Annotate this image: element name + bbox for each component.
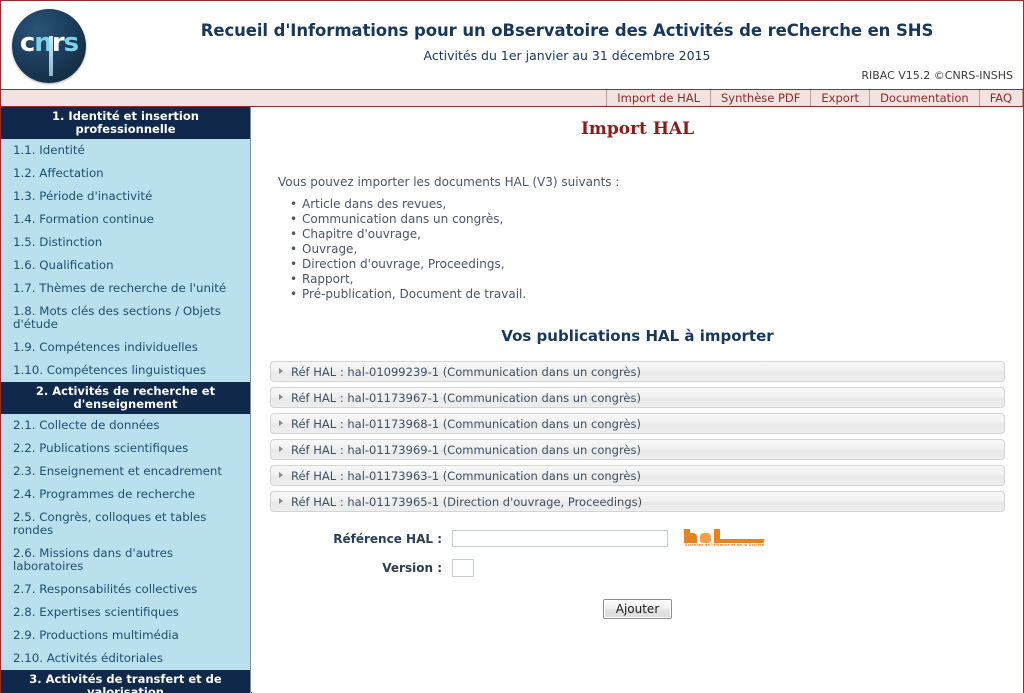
reference-hal-input[interactable] [452,530,668,547]
sidebar-item-2-7[interactable]: 2.7. Responsabilités collectives [1,578,250,601]
add-button[interactable]: Ajouter [602,599,673,619]
sidebar-item-1-8[interactable]: 1.8. Mots clés des sections / Objets d'é… [1,300,250,336]
sidebar-item-2-9[interactable]: 2.9. Productions multimédia [1,624,250,647]
list-item: Chapitre d'ouvrage, [290,227,1023,242]
page-title: Recueil d'Informations pour un oBservato… [200,21,934,40]
cnrs-logo: cnrs [12,9,90,87]
intro-text: Vous pouvez importer les documents HAL (… [278,175,620,189]
nav-item-faq[interactable]: FAQ [978,90,1023,106]
version-label: RIBAC V15.2 ©CNRS-INSHS [861,69,1013,82]
table-row[interactable]: Réf HAL : hal-01173968-1 (Communication … [270,413,1005,434]
sidebar-item-2-3[interactable]: 2.3. Enseignement et encadrement [1,460,250,483]
table-row[interactable]: Réf HAL : hal-01173967-1 (Communication … [270,387,1005,408]
sidebar-item-2-4[interactable]: 2.4. Programmes de recherche [1,483,250,506]
version-label: Version : [382,561,442,575]
nav-item-import-hal[interactable]: Import de HAL [606,90,710,106]
publications-list: Réf HAL : hal-01099239-1 (Communication … [270,361,1005,512]
cnrs-logo-circle: cnrs [12,9,86,83]
sidebar-item-1-4[interactable]: 1.4. Formation continue [1,208,250,231]
chevron-right-icon [279,446,283,452]
publication-label: Réf HAL : hal-01173967-1 (Communication … [291,391,641,405]
import-form: Référence HAL : Sciences de l'Homme et d… [252,528,1023,648]
publication-label: Réf HAL : hal-01173965-1 (Direction d'ou… [291,495,643,509]
nav-item-synthese-pdf[interactable]: Synthèse PDF [710,90,810,106]
hal-logo-a [700,533,711,543]
document-types-list: Article dans des revues, Communication d… [290,197,1023,302]
sidebar-section-1-heading[interactable]: 1. Identité et insertion professionnelle [1,107,250,139]
publications-section-title: Vos publications HAL à importer [501,327,774,345]
hal-logo-tagline: Sciences de l'Homme et de la Société [685,543,765,547]
publication-label: Réf HAL : hal-01173963-1 (Communication … [291,469,641,483]
nav-item-documentation[interactable]: Documentation [869,90,979,106]
body-area: 1. Identité et insertion professionnelle… [1,107,1023,693]
cnrs-logo-bar [49,36,53,76]
sidebar-item-2-5[interactable]: 2.5. Congrès, colloques et tables rondes [1,506,250,542]
list-item: Ouvrage, [290,242,1023,257]
list-item: Direction d'ouvrage, Proceedings, [290,257,1023,272]
sidebar-section-3-heading[interactable]: 3. Activités de transfert et de valorisa… [1,670,250,693]
table-row[interactable]: Réf HAL : hal-01173969-1 (Communication … [270,439,1005,460]
sidebar-item-1-3[interactable]: 1.3. Période d'inactivité [1,185,250,208]
sidebar-item-1-1[interactable]: 1.1. Identité [1,139,250,162]
top-nav-menu: Import de HAL Synthèse PDF Export Docume… [606,90,1023,106]
application-window: cnrs Recueil d'Informations pour un oBse… [0,0,1024,693]
chevron-right-icon [279,394,283,400]
sidebar-item-1-9[interactable]: 1.9. Compétences individuelles [1,336,250,359]
chevron-right-icon [279,420,283,426]
list-item: Article dans des revues, [290,197,1023,212]
sidebar-item-2-2[interactable]: 2.2. Publications scientifiques [1,437,250,460]
nav-item-export[interactable]: Export [810,90,869,106]
content-title: Import HAL [580,119,695,139]
list-item: Communication dans un congrès, [290,212,1023,227]
chevron-right-icon [279,498,283,504]
form-row-reference: Référence HAL : Sciences de l'Homme et d… [252,528,1023,549]
form-actions: Ajouter [252,599,1023,619]
page-subtitle: Activités du 1er janvier au 31 décembre … [423,48,711,63]
sidebar-item-2-1[interactable]: 2.1. Collecte de données [1,414,250,437]
header-title-block: Recueil d'Informations pour un oBservato… [121,21,1013,63]
top-nav-strip: Import de HAL Synthèse PDF Export Docume… [1,89,1023,107]
sidebar-section-2-heading[interactable]: 2. Activités de recherche et d'enseignem… [1,382,250,414]
sidebar-item-2-8[interactable]: 2.8. Expertises scientifiques [1,601,250,624]
table-row[interactable]: Réf HAL : hal-01173963-1 (Communication … [270,465,1005,486]
version-input[interactable] [452,559,474,577]
sidebar-item-1-7[interactable]: 1.7. Thèmes de recherche de l'unité [1,277,250,300]
reference-hal-label: Référence HAL : [333,531,442,546]
table-row[interactable]: Réf HAL : hal-01173965-1 (Direction d'ou… [270,491,1005,512]
sidebar-item-1-2[interactable]: 1.2. Affectation [1,162,250,185]
list-item: Rapport, [290,272,1023,287]
chevron-right-icon [279,368,283,374]
table-row[interactable]: Réf HAL : hal-01099239-1 (Communication … [270,361,1005,382]
hal-logo-h-arch [690,533,697,543]
sidebar-item-2-6[interactable]: 2.6. Missions dans d'autres laboratoires [1,542,250,578]
list-item: Pré-publication, Document de travail. [290,287,1023,302]
publication-label: Réf HAL : hal-01099239-1 (Communication … [291,365,641,379]
sidebar-item-1-5[interactable]: 1.5. Distinction [1,231,250,254]
form-row-version: Version : [252,559,1023,577]
publication-label: Réf HAL : hal-01173969-1 (Communication … [291,443,641,457]
sidebar-item-2-10[interactable]: 2.10. Activités éditoriales [1,647,250,670]
page-header: cnrs Recueil d'Informations pour un oBse… [1,1,1023,89]
chevron-right-icon [279,472,283,478]
hal-logo: Sciences de l'Homme et de la Société [682,528,768,549]
sidebar-navigation: 1. Identité et insertion professionnelle… [1,107,251,693]
sidebar-item-1-6[interactable]: 1.6. Qualification [1,254,250,277]
main-content: Import HAL Vous pouvez importer les docu… [252,107,1023,693]
publication-label: Réf HAL : hal-01173968-1 (Communication … [291,417,641,431]
sidebar-item-1-10[interactable]: 1.10. Compétences linguistiques [1,359,250,382]
